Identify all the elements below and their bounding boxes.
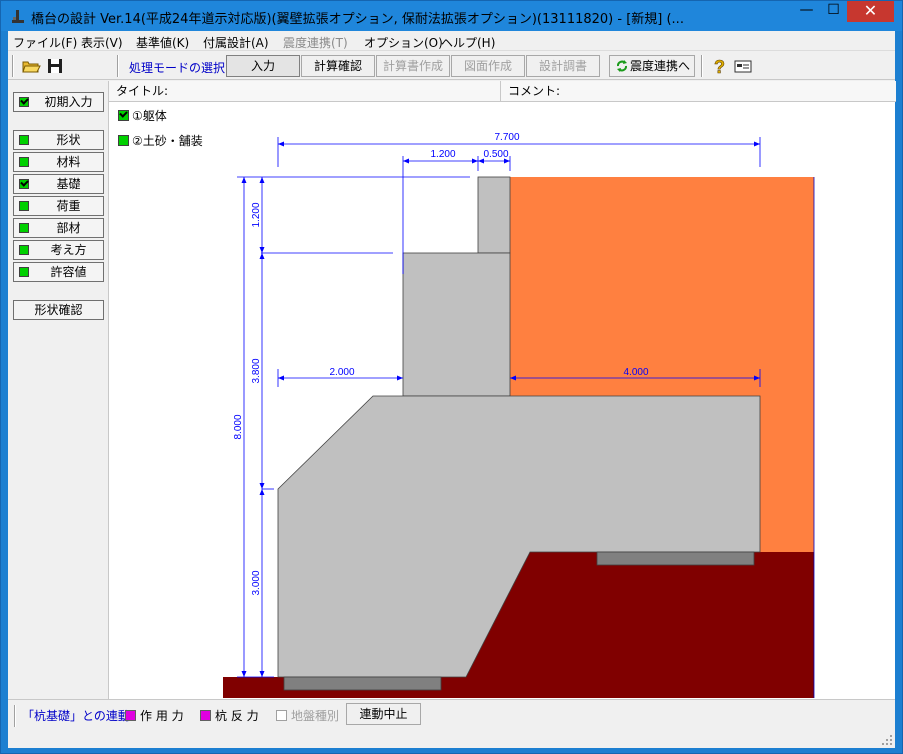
menu-options[interactable]: オプション(O) [364, 34, 443, 51]
drawing-create-button[interactable]: 図面作成 [451, 55, 525, 77]
dim-total-height: 8.000 [233, 414, 244, 439]
stop-link-button[interactable]: 連動中止 [346, 703, 421, 725]
status-bar: 「杭基礎」との連動 作 用 力 杭 反 力 地盤種別 連動中止 [8, 699, 895, 748]
save-icon[interactable] [45, 56, 65, 76]
main-panel: タイトル: コメント: ①躯体 ②土砂・舗装 7.700 1.200 0.500… [108, 81, 896, 699]
menu-attached-design[interactable]: 付属設計(A) [203, 34, 269, 51]
dim-parapet-width: 0.500 [483, 149, 508, 160]
status-square-icon [19, 135, 29, 145]
resize-grip-icon[interactable] [881, 734, 893, 746]
dim-parapet-height: 1.200 [251, 202, 262, 227]
menu-view[interactable]: 表示(V) [81, 34, 123, 51]
status-square-icon [19, 267, 29, 277]
title-bar[interactable]: 橋台の設計 Ver.14(平成24年道示対応版)(翼壁拡張オプション, 保耐法拡… [1, 1, 902, 31]
shape-confirm-button[interactable]: 形状確認 [13, 300, 104, 320]
app-window: 橋台の設計 Ver.14(平成24年道示対応版)(翼壁拡張オプション, 保耐法拡… [0, 0, 903, 754]
pile-reaction-toggle[interactable]: 杭 反 力 [200, 707, 259, 724]
lean-concrete-left [283, 676, 442, 691]
pile-link-label: 「杭基礎」との連動 [22, 709, 130, 723]
svg-text:?: ? [714, 57, 725, 76]
abutment-wall [402, 252, 511, 397]
support-card-icon[interactable] [733, 56, 753, 76]
processing-mode-label: 処理モードの選択 [129, 61, 226, 75]
legend-square-icon [200, 710, 211, 721]
abutment-drawing: 7.700 1.200 0.500 2.000 4.000 1.200 3.80… [223, 132, 815, 698]
dim-left-ext: 2.000 [329, 367, 354, 378]
check-icon [19, 97, 29, 107]
status-square-icon [19, 157, 29, 167]
client-area: ファイル(F) 表示(V) 基準値(K) 付属設計(A) 震度連携(T) オプシ… [8, 31, 896, 748]
status-square-icon [19, 201, 29, 211]
dim-right-ext: 4.000 [623, 367, 648, 378]
ground-type-toggle[interactable]: 地盤種別 [276, 707, 339, 724]
menu-bar: ファイル(F) 表示(V) 基準値(K) 付属設計(A) 震度連携(T) オプシ… [8, 31, 895, 51]
toolbar-separator [701, 55, 703, 77]
toolbar-separator [117, 55, 119, 77]
design-doc-button[interactable]: 設計調書 [526, 55, 600, 77]
maximize-button[interactable]: ☐ [820, 1, 847, 22]
help-icon[interactable]: ? [709, 56, 729, 76]
refresh-arrows-icon [617, 60, 627, 72]
toolbar: 処理モードの選択 入力 計算確認 計算書作成 図面作成 設計調書 震度連携へ ? [8, 52, 895, 80]
initial-input-button[interactable]: 初期入力 [13, 92, 104, 112]
check-icon [19, 179, 29, 189]
close-button[interactable]: ✕ [847, 1, 894, 22]
window-title: 橋台の設計 Ver.14(平成24年道示対応版)(翼壁拡張オプション, 保耐法拡… [31, 12, 684, 27]
minimize-button[interactable]: — [793, 1, 820, 22]
sidebar-item-material[interactable]: 材料 [13, 152, 104, 172]
dim-total-width: 7.700 [494, 132, 519, 143]
menu-standards[interactable]: 基準値(K) [136, 34, 189, 51]
lean-concrete-right [596, 551, 755, 566]
dim-parapet-offset: 1.200 [430, 149, 455, 160]
input-mode-button[interactable]: 入力 [226, 55, 300, 77]
checkbox-icon [276, 710, 287, 721]
sidebar-item-shape[interactable]: 形状 [13, 130, 104, 150]
dim-footing-height: 3.000 [251, 570, 262, 595]
menu-file[interactable]: ファイル(F) [13, 34, 77, 51]
action-force-toggle[interactable]: 作 用 力 [125, 707, 184, 724]
menu-seismic-link[interactable]: 震度連携(T) [283, 34, 348, 51]
parapet [477, 176, 511, 254]
legend-square-icon [125, 710, 136, 721]
seismic-link-label: 震度連携へ [629, 59, 690, 73]
sidebar-item-approach[interactable]: 考え方 [13, 240, 104, 260]
statusbar-separator [14, 705, 16, 727]
status-square-icon [19, 245, 29, 255]
seismic-link-button[interactable]: 震度連携へ [609, 55, 695, 77]
dim-wall-height: 3.800 [251, 358, 262, 383]
toolbar-separator [12, 55, 14, 77]
status-square-icon [19, 223, 29, 233]
sidebar-item-foundation[interactable]: 基礎 [13, 174, 104, 194]
menu-help[interactable]: ヘルプ(H) [441, 34, 495, 51]
sidebar: 初期入力 形状 材料 基礎 荷重 部材 考え方 許容値 形状確認 [8, 81, 108, 699]
sidebar-item-load[interactable]: 荷重 [13, 196, 104, 216]
calc-confirm-button[interactable]: 計算確認 [301, 55, 375, 77]
report-create-button[interactable]: 計算書作成 [376, 55, 450, 77]
sidebar-item-allowable[interactable]: 許容値 [13, 262, 104, 282]
sidebar-item-member[interactable]: 部材 [13, 218, 104, 238]
bridge-abutment-app-icon [12, 10, 24, 23]
open-folder-icon[interactable] [21, 56, 41, 76]
